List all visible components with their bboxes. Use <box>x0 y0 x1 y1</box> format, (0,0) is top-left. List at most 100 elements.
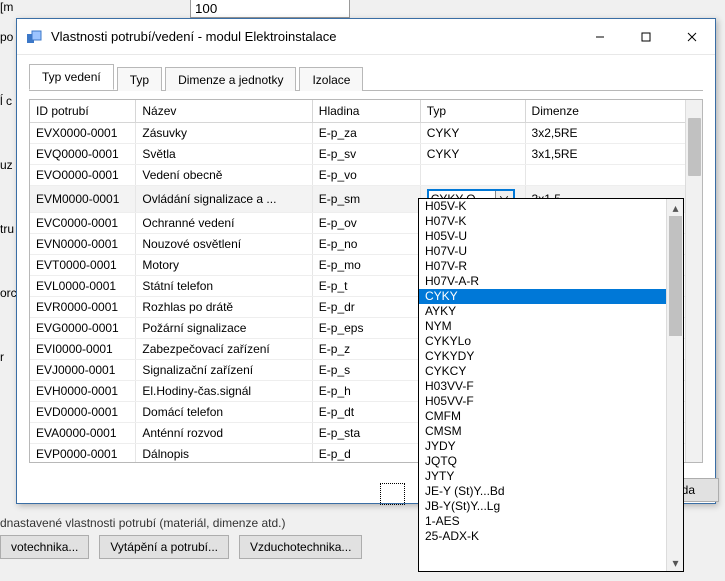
grid-cell[interactable]: EVH0000-0001 <box>30 381 136 402</box>
grid-vertical-scrollbar[interactable] <box>685 100 702 462</box>
grid-cell[interactable]: Ovládání signalizace a ... <box>136 186 312 213</box>
grid-cell[interactable]: EVM0000-0001 <box>30 186 136 213</box>
grid-cell[interactable]: Světla <box>136 144 312 165</box>
grid-cell[interactable] <box>420 165 525 186</box>
grid-cell[interactable]: Zásuvky <box>136 123 312 144</box>
dropdown-option[interactable]: H07V-R <box>419 259 666 274</box>
bg-number-input[interactable] <box>190 0 350 18</box>
grid-cell[interactable]: E-p_t <box>312 276 420 297</box>
grid-cell[interactable]: 3x2,5RE <box>525 123 701 144</box>
grid-cell[interactable]: E-p_za <box>312 123 420 144</box>
dropdown-option[interactable]: CMFM <box>419 409 666 424</box>
grid-cell[interactable]: CYKY <box>420 144 525 165</box>
grid-cell[interactable]: Zabezpečovací zařízení <box>136 339 312 360</box>
grid-cell[interactable]: EVN0000-0001 <box>30 234 136 255</box>
grid-cell[interactable]: E-p_vo <box>312 165 420 186</box>
tab-insulation[interactable]: Izolace <box>299 67 363 91</box>
dropdown-option[interactable]: NYM <box>419 319 666 334</box>
tab-dimensions[interactable]: Dimenze a jednotky <box>165 67 296 91</box>
grid-cell[interactable]: Nouzové osvětlení <box>136 234 312 255</box>
grid-cell[interactable]: EVC0000-0001 <box>30 213 136 234</box>
dropdown-option[interactable]: H05VV-F <box>419 394 666 409</box>
grid-cell[interactable]: Ochranné vedení <box>136 213 312 234</box>
dropdown-option[interactable]: 25-ADX-K <box>419 529 666 544</box>
minimize-button[interactable] <box>577 22 623 52</box>
col-id[interactable]: ID potrubí <box>30 100 136 123</box>
tab-wiring-type[interactable]: Typ vedení <box>29 64 114 90</box>
grid-cell[interactable]: EVP0000-0001 <box>30 444 136 464</box>
grid-cell[interactable]: EVL0000-0001 <box>30 276 136 297</box>
grid-cell[interactable]: Domácí telefon <box>136 402 312 423</box>
dropdown-option[interactable]: H07V-U <box>419 244 666 259</box>
dropdown-option[interactable]: CYKCY <box>419 364 666 379</box>
grid-cell[interactable]: E-p_no <box>312 234 420 255</box>
grid-cell[interactable]: EVJ0000-0001 <box>30 360 136 381</box>
grid-cell[interactable]: E-p_sta <box>312 423 420 444</box>
grid-cell[interactable]: E-p_dr <box>312 297 420 318</box>
dropdown-option[interactable]: JQTQ <box>419 454 666 469</box>
grid-cell[interactable]: Rozhlas po drátě <box>136 297 312 318</box>
grid-cell[interactable]: EVI0000-0001 <box>30 339 136 360</box>
grid-cell[interactable]: EVO0000-0001 <box>30 165 136 186</box>
col-dim[interactable]: Dimenze <box>525 100 701 123</box>
grid-cell[interactable]: 3x1,5RE <box>525 144 701 165</box>
dropdown-option[interactable]: H05V-U <box>419 229 666 244</box>
grid-cell[interactable]: EVA0000-0001 <box>30 423 136 444</box>
dropdown-option[interactable]: H03VV-F <box>419 379 666 394</box>
grid-cell[interactable]: EVR0000-0001 <box>30 297 136 318</box>
dropdown-option[interactable]: H07V-A-R <box>419 274 666 289</box>
scroll-down-arrow[interactable]: ▾ <box>667 554 684 571</box>
col-layer[interactable]: Hladina <box>312 100 420 123</box>
grid-cell[interactable]: EVQ0000-0001 <box>30 144 136 165</box>
table-row[interactable]: EVO0000-0001Vedení obecněE-p_vo <box>30 165 702 186</box>
grid-cell[interactable]: EVG0000-0001 <box>30 318 136 339</box>
dropdown-option[interactable]: JYTY <box>419 469 666 484</box>
grid-cell[interactable]: E-p_s <box>312 360 420 381</box>
grid-cell[interactable]: Signalizační zařízení <box>136 360 312 381</box>
grid-cell[interactable]: Dálnopis <box>136 444 312 464</box>
dropdown-option[interactable]: AYKY <box>419 304 666 319</box>
dropdown-option[interactable]: JYDY <box>419 439 666 454</box>
dropdown-scrollbar-thumb[interactable] <box>669 216 682 336</box>
grid-cell[interactable]: Anténní rozvod <box>136 423 312 444</box>
dropdown-scrollbar[interactable]: ▴ ▾ <box>666 199 683 571</box>
table-row[interactable]: EVQ0000-0001SvětlaE-p_svCYKY3x1,5RE <box>30 144 702 165</box>
grid-cell[interactable]: E-p_z <box>312 339 420 360</box>
tab-type[interactable]: Typ <box>117 67 162 91</box>
grid-cell[interactable]: E-p_dt <box>312 402 420 423</box>
type-dropdown-list[interactable]: H05V-KH07V-KH05V-UH07V-UH07V-RH07V-A-RCY… <box>418 198 684 572</box>
grid-cell[interactable]: E-p_mo <box>312 255 420 276</box>
grid-cell[interactable]: E-p_ov <box>312 213 420 234</box>
bg-btn-heating[interactable]: Vytápění a potrubí... <box>99 535 229 559</box>
col-name[interactable]: Název <box>136 100 312 123</box>
dropdown-option[interactable]: JB-Y(St)Y...Lg <box>419 499 666 514</box>
close-button[interactable] <box>669 22 715 52</box>
grid-cell[interactable]: CYKY <box>420 123 525 144</box>
grid-cell[interactable]: E-p_sm <box>312 186 420 213</box>
bg-btn-votech[interactable]: votechnika... <box>0 535 89 559</box>
col-type[interactable]: Typ <box>420 100 525 123</box>
grid-cell[interactable]: Motory <box>136 255 312 276</box>
grid-cell[interactable]: E-p_d <box>312 444 420 464</box>
grid-cell[interactable] <box>525 165 701 186</box>
table-row[interactable]: EVX0000-0001ZásuvkyE-p_zaCYKY3x2,5RE <box>30 123 702 144</box>
maximize-button[interactable] <box>623 22 669 52</box>
scrollbar-thumb[interactable] <box>688 118 701 176</box>
grid-cell[interactable]: EVX0000-0001 <box>30 123 136 144</box>
grid-cell[interactable]: E-p_eps <box>312 318 420 339</box>
dropdown-option[interactable]: H05V-K <box>419 199 666 214</box>
title-bar[interactable]: Vlastnosti potrubí/vedení - modul Elektr… <box>17 19 715 55</box>
grid-cell[interactable]: E-p_h <box>312 381 420 402</box>
grid-cell[interactable]: Požární signalizace <box>136 318 312 339</box>
grid-cell[interactable]: EVD0000-0001 <box>30 402 136 423</box>
dropdown-option[interactable]: H07V-K <box>419 214 666 229</box>
bg-btn-hvac[interactable]: Vzduchotechnika... <box>239 535 362 559</box>
grid-cell[interactable]: El.Hodiny-čas.signál <box>136 381 312 402</box>
dropdown-option[interactable]: 1-AES <box>419 514 666 529</box>
grid-cell[interactable]: Vedení obecně <box>136 165 312 186</box>
dropdown-option[interactable]: JE-Y (St)Y...Bd <box>419 484 666 499</box>
scroll-up-arrow[interactable]: ▴ <box>667 199 684 216</box>
dropdown-option[interactable]: CYKYLo <box>419 334 666 349</box>
grid-cell[interactable]: EVT0000-0001 <box>30 255 136 276</box>
dropdown-option[interactable]: CYKY <box>419 289 666 304</box>
